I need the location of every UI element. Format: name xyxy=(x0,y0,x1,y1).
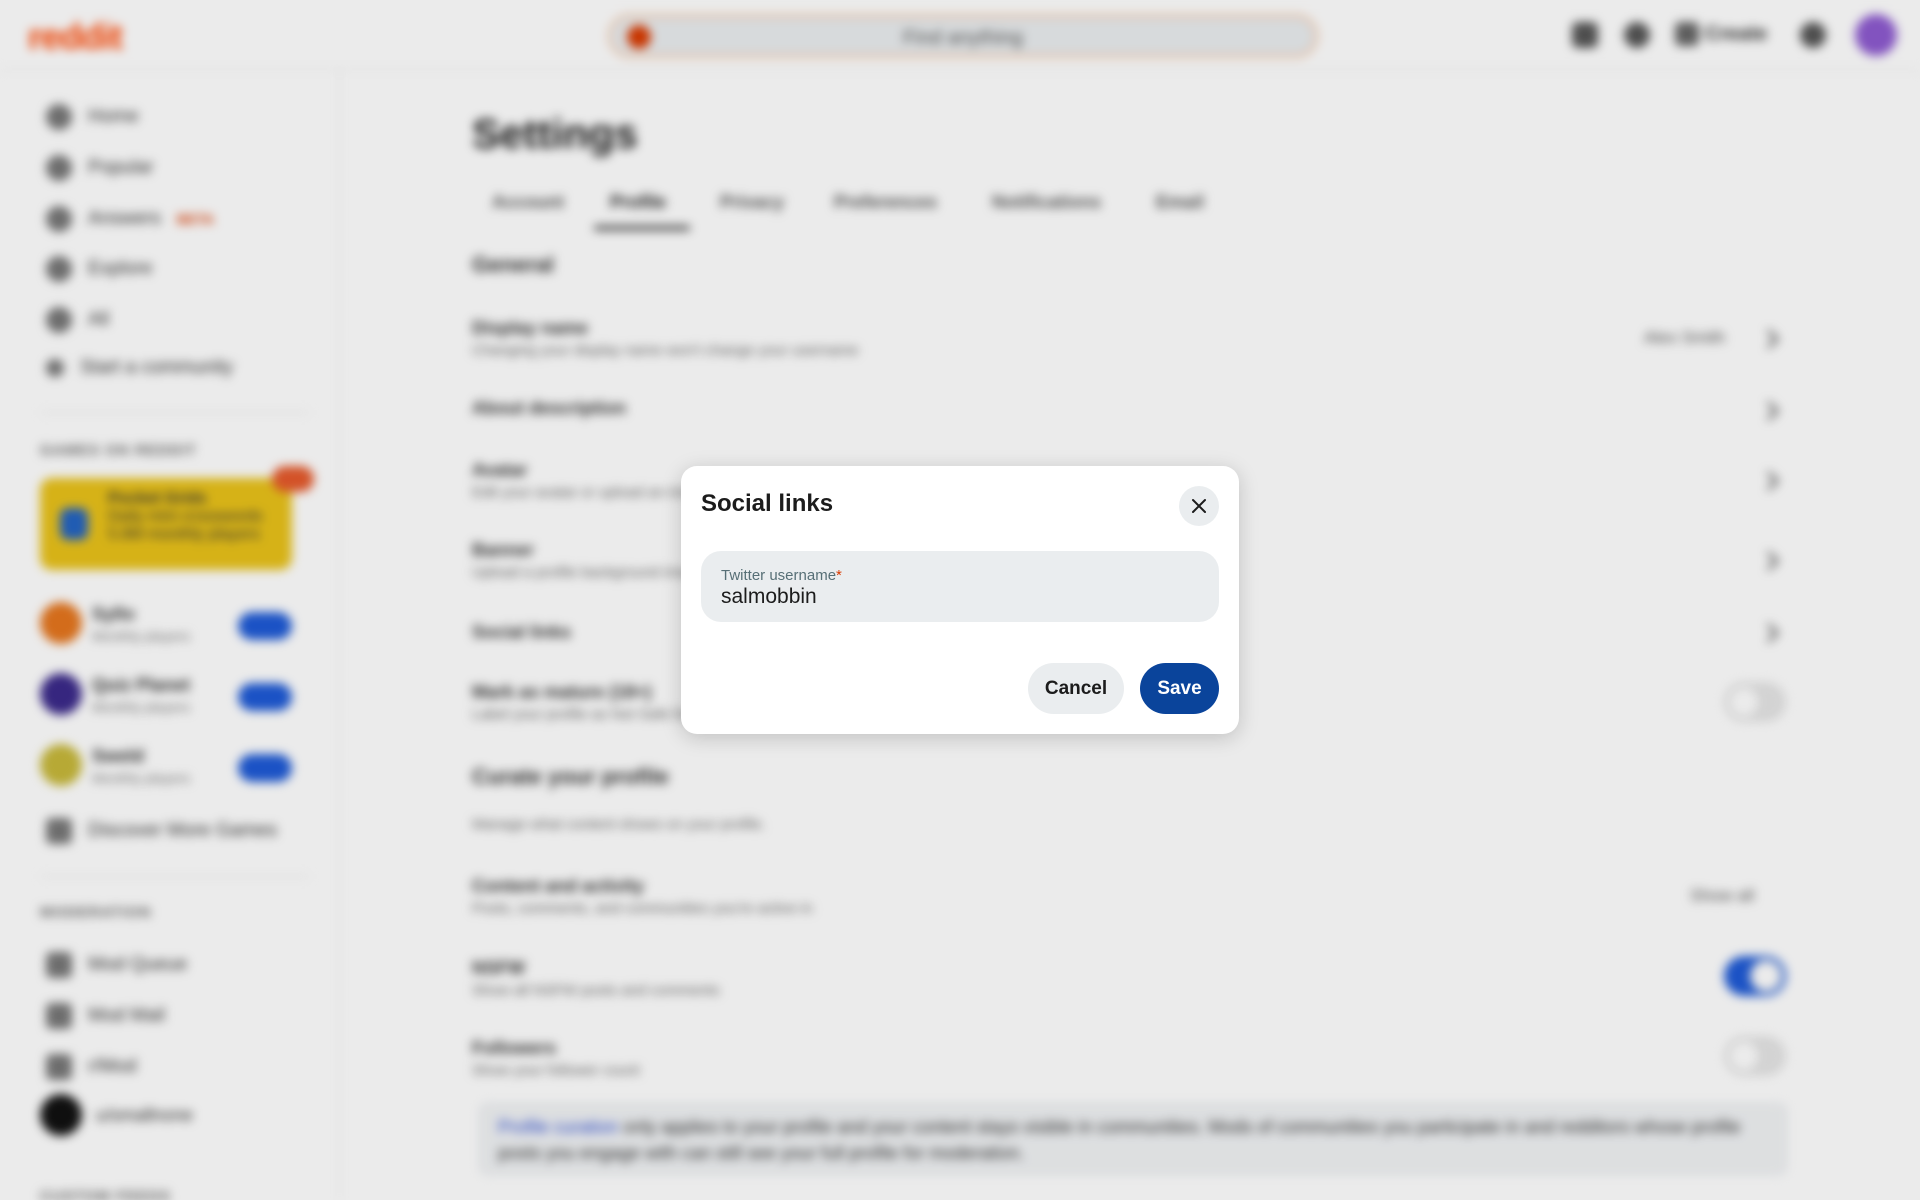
required-marker: * xyxy=(836,567,842,584)
save-button[interactable]: Save xyxy=(1140,663,1219,714)
twitter-username-input[interactable] xyxy=(721,584,1191,610)
field-label-text: Twitter username xyxy=(721,567,837,584)
cancel-button[interactable]: Cancel xyxy=(1028,663,1124,714)
close-button[interactable] xyxy=(1179,486,1219,526)
field-label: Twitter username* xyxy=(721,567,842,584)
social-links-modal: Social links Twitter username* Cancel Sa… xyxy=(681,466,1239,734)
twitter-username-field[interactable]: Twitter username* xyxy=(701,551,1219,622)
modal-title: Social links xyxy=(701,490,834,517)
close-icon xyxy=(1192,499,1206,513)
